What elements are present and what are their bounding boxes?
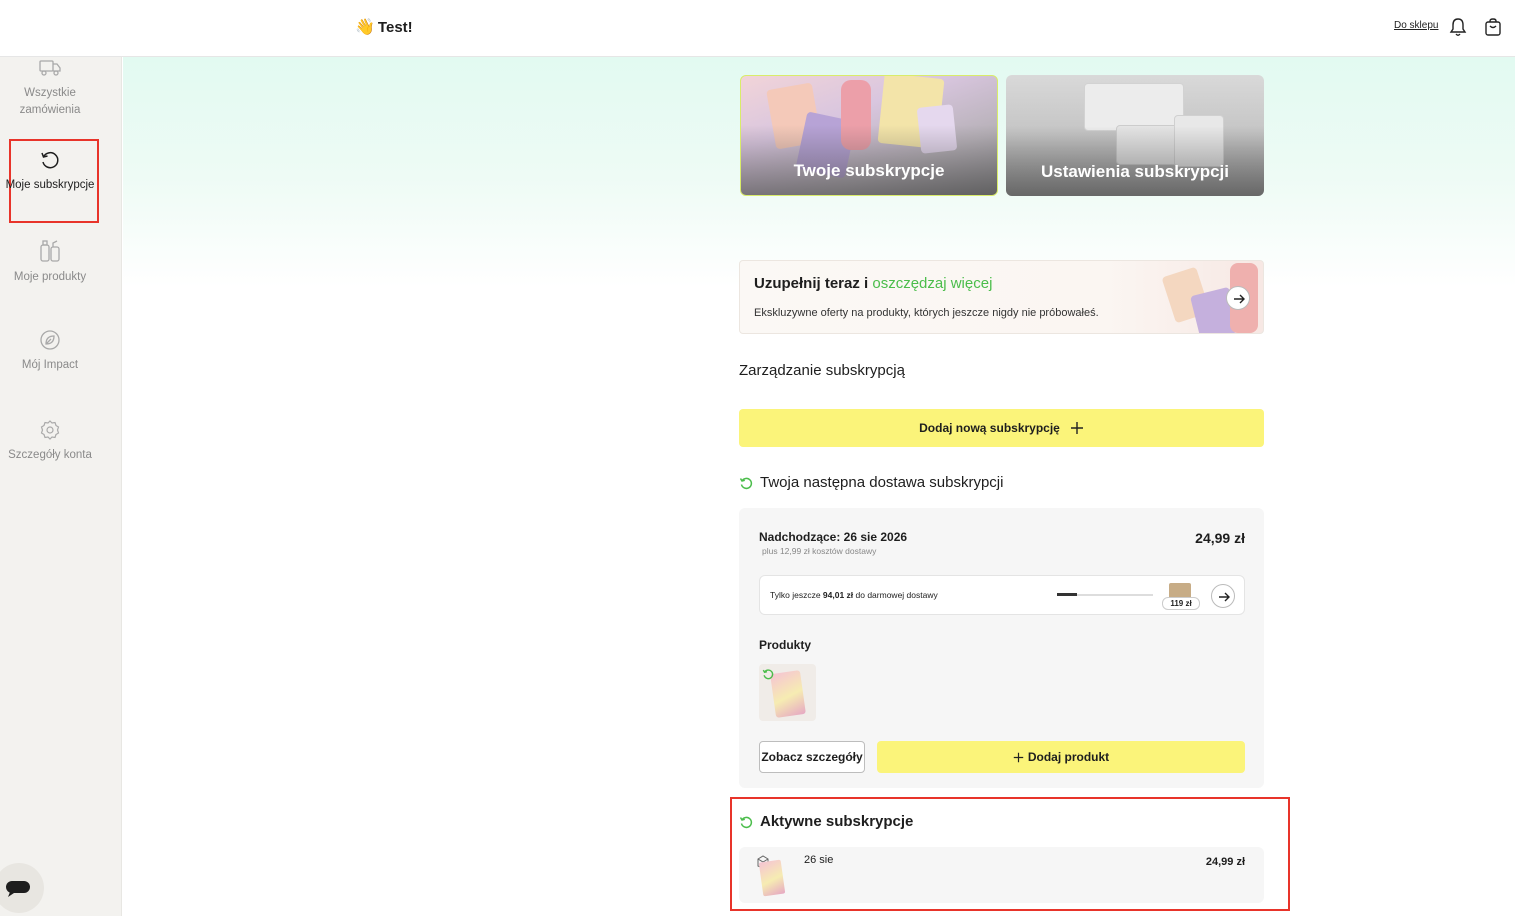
products-label: Produkty	[759, 638, 812, 652]
promo-title-accent: oszczędzaj więcej	[872, 275, 993, 292]
free-shipping-amount: 94,01 zł	[822, 590, 854, 600]
free-shipping-progress: Tylko jeszcze 94,01 zł do darmowej dosta…	[759, 575, 1245, 615]
sidebar-item-impact[interactable]: Mój Impact	[0, 329, 100, 374]
promo-title: Uzupełnij teraz i oszczędzaj więcej	[754, 275, 993, 292]
sidebar-item-label: Moje produkty	[13, 271, 87, 283]
sidebar-item-label: Mój Impact	[21, 359, 79, 371]
progress-bar-fill	[1057, 593, 1078, 596]
next-delivery-card: Nadchodzące: 26 sie 2026 plus 12,99 zł k…	[739, 508, 1264, 788]
plus-icon	[1070, 422, 1083, 434]
chat-button[interactable]	[0, 863, 44, 913]
arrow-right-icon	[1219, 592, 1230, 602]
free-shipping-text: Tylko jeszcze 94,01 zł do darmowej dosta…	[770, 590, 938, 600]
box-image	[1084, 83, 1184, 131]
main-content: Twoje subskrypcje Ustawienia subskrypcji…	[123, 57, 1515, 916]
refresh-icon	[739, 816, 753, 828]
truck-icon	[39, 60, 61, 76]
sidebar-item-orders[interactable]: Wszystkie zamówienia	[0, 57, 100, 119]
shipping-cost: plus 12,99 zł kosztów dostawy	[762, 546, 877, 556]
active-subscriptions-heading-text: Aktywne subskrypcje	[760, 813, 914, 830]
sidebar-item-label: Moje subskrypcje	[5, 179, 95, 191]
next-delivery-heading: Twoja następna dostawa subskrypcji	[739, 474, 1003, 491]
add-product-button[interactable]: Dodaj produkt	[877, 741, 1245, 773]
sidebar-item-label: Szczegóły konta	[8, 449, 92, 461]
free-shipping-threshold: 119 zł	[1162, 597, 1200, 610]
product-image	[758, 859, 786, 897]
leaf-icon	[40, 330, 60, 350]
bottles-icon	[40, 240, 60, 262]
sidebar-item-label: Wszystkie zamówienia	[19, 87, 81, 116]
active-subscription-price: 24,99 zł	[1205, 856, 1245, 868]
greeting-text: Test!	[377, 18, 413, 36]
shopping-bag-icon[interactable]	[1484, 18, 1502, 36]
refresh-icon	[762, 669, 774, 680]
refresh-icon	[41, 151, 59, 169]
sidebar: Wszystkie zamówienia Moje subskrypcje Mo…	[0, 57, 122, 916]
progress-bar	[1057, 593, 1153, 596]
shop-link[interactable]: Do sklepu	[1394, 20, 1438, 31]
delivery-price: 24,99 zł	[1195, 530, 1245, 546]
plus-icon	[1013, 752, 1024, 762]
active-subscriptions-heading: Aktywne subskrypcje	[739, 813, 913, 830]
free-shipping-arrow-button[interactable]	[1211, 584, 1235, 608]
add-subscription-button[interactable]: Dodaj nową subskrypcję	[739, 409, 1264, 447]
product-image	[770, 670, 806, 718]
tile-your-subscriptions[interactable]: Twoje subskrypcje	[740, 75, 998, 196]
tile-subscription-settings[interactable]: Ustawienia subskrypcji	[1006, 75, 1264, 196]
subscription-thumbnail	[753, 855, 789, 897]
top-bar: 👋 Test! Do sklepu	[0, 0, 1515, 57]
active-subscription-row[interactable]: 26 sie 24,99 zł	[739, 847, 1264, 903]
chat-icon	[6, 881, 30, 897]
tile-label: Ustawienia subskrypcji	[1040, 162, 1230, 181]
promo-subtitle: Ekskluzywne oferty na produkty, których …	[754, 307, 1099, 319]
greeting: 👋 Test!	[355, 17, 413, 37]
arrow-right-icon	[1234, 294, 1245, 304]
view-details-button[interactable]: Zobacz szczegóły	[759, 741, 865, 773]
promo-arrow-button[interactable]	[1226, 286, 1250, 310]
next-delivery-heading-text: Twoja następna dostawa subskrypcji	[760, 474, 1004, 491]
refresh-icon	[739, 477, 753, 489]
active-subscription-date: 26 sie	[804, 854, 834, 866]
add-product-label: Dodaj produkt	[1027, 750, 1110, 764]
sidebar-item-products[interactable]: Moje produkty	[0, 237, 100, 286]
upcoming-date: Nadchodzące: 26 sie 2026	[759, 530, 908, 544]
sidebar-item-subscriptions[interactable]: Moje subskrypcje	[0, 149, 100, 194]
sidebar-item-account[interactable]: Szczegóły konta	[0, 419, 100, 464]
product-thumbnail[interactable]	[759, 664, 816, 721]
waving-hand-icon: 👋	[355, 19, 375, 36]
management-heading: Zarządzanie subskrypcją	[739, 362, 905, 379]
bell-icon[interactable]	[1449, 17, 1467, 37]
add-subscription-label: Dodaj nową subskrypcję	[919, 421, 1060, 435]
tile-label: Twoje subskrypcje	[793, 161, 945, 180]
promo-banner[interactable]: Uzupełnij teraz i oszczędzaj więcej Eksk…	[739, 260, 1264, 334]
gear-icon	[40, 420, 60, 440]
